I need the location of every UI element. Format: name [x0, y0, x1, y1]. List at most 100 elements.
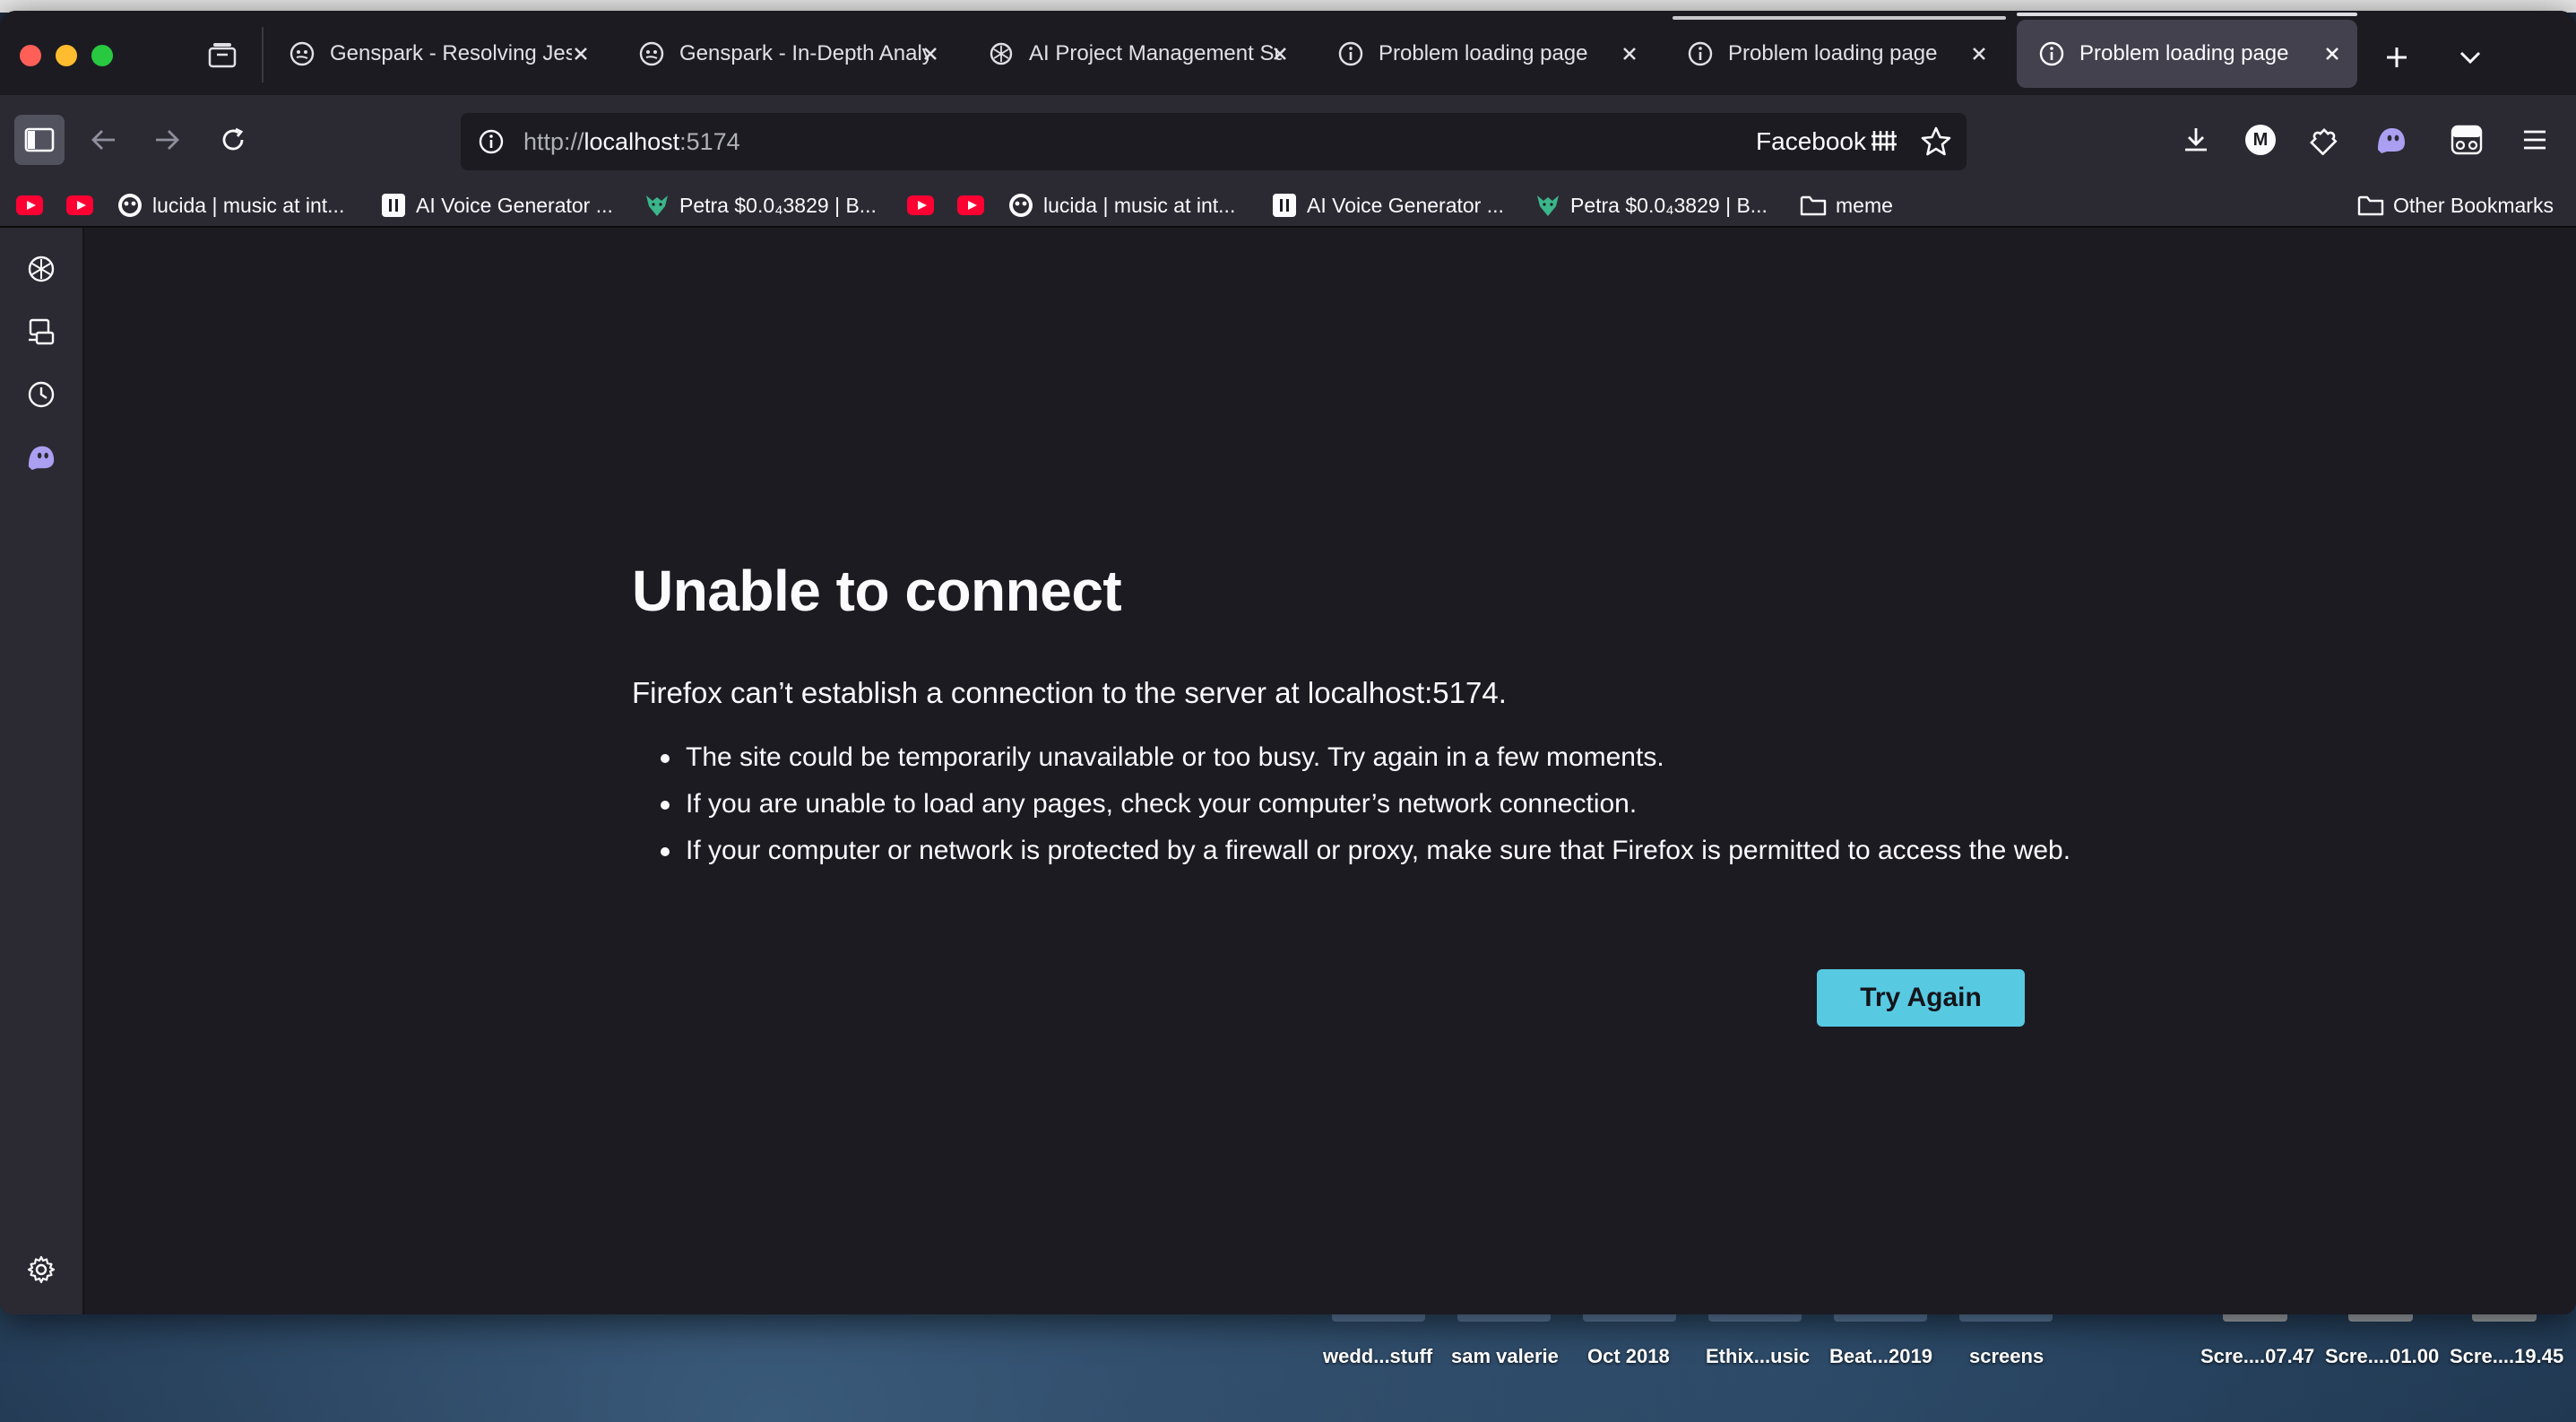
- desktop-item-label[interactable]: wedd...stuff: [1323, 1345, 1432, 1368]
- arrow-left-icon: [91, 130, 115, 150]
- info-icon: [1337, 40, 1364, 67]
- desktop-item-label[interactable]: Oct 2018: [1587, 1345, 1670, 1368]
- reload-icon: [222, 127, 244, 151]
- tab-title: Genspark - In-Depth Analy: [679, 41, 929, 65]
- tab-problem-loading-active[interactable]: Problem loading page: [2017, 13, 2357, 88]
- desktop-item-label[interactable]: Beat...2019: [1829, 1345, 1932, 1368]
- close-icon[interactable]: [568, 41, 593, 66]
- close-icon[interactable]: [918, 41, 943, 66]
- info-icon: [2038, 40, 2065, 67]
- desktop-item-label[interactable]: Scre....01.00: [2325, 1345, 2439, 1368]
- close-window-button[interactable]: [20, 45, 41, 66]
- sidebar-ghost-extension-button[interactable]: [20, 436, 63, 479]
- error-suggestions-list: The site could be temporarily unavailabl…: [632, 741, 2116, 880]
- sidebar-chatbot-button[interactable]: [20, 247, 63, 290]
- bookmark-youtube[interactable]: [16, 188, 52, 222]
- url-text[interactable]: http://localhost:5174: [523, 128, 740, 156]
- sidebar-synced-tabs-button[interactable]: [20, 310, 63, 353]
- other-bookmarks-folder[interactable]: Other Bookmarks: [2357, 188, 2554, 222]
- bookmark-ai-voice-generator[interactable]: AI Voice Generator ...: [1271, 188, 1504, 222]
- new-tab-button[interactable]: [2377, 38, 2416, 77]
- lucida-icon: [117, 192, 143, 219]
- bookmark-petra[interactable]: Petra $0.0₄3829 | B...: [644, 188, 877, 222]
- youtube-icon: [16, 192, 43, 219]
- bookmark-label: lucida | music at int...: [152, 193, 345, 217]
- tab-title: AI Project Management Su: [1029, 41, 1282, 65]
- sidebar-icon: [24, 127, 55, 152]
- petra-icon: [644, 192, 670, 219]
- bookmark-label: Petra $0.0₄3829 | B...: [1570, 193, 1768, 217]
- close-icon[interactable]: [1617, 41, 1642, 66]
- close-icon[interactable]: [1267, 41, 1292, 66]
- site-info-icon[interactable]: [473, 124, 509, 160]
- minimize-window-button[interactable]: [56, 45, 77, 66]
- tab-genspark-1[interactable]: Genspark - Resolving Jest: [267, 20, 606, 88]
- extensions-button[interactable]: [2300, 115, 2350, 165]
- reload-button[interactable]: [208, 115, 258, 165]
- desktop-folder-thumb: [1457, 1314, 1551, 1322]
- list-all-tabs-button[interactable]: [2451, 38, 2490, 77]
- pause-logo-icon: [380, 192, 407, 219]
- bookmark-star-icon[interactable]: [1918, 124, 1954, 164]
- url-host: localhost: [583, 127, 680, 155]
- tab-genspark-2[interactable]: Genspark - In-Depth Analy: [617, 20, 955, 88]
- desktop-item-label[interactable]: sam valerie: [1451, 1345, 1559, 1368]
- desktop-folder-thumb: [1834, 1314, 1927, 1322]
- petra-icon: [1534, 192, 1561, 219]
- youtube-icon: [66, 192, 93, 219]
- close-icon[interactable]: [1967, 41, 1992, 66]
- desktop-item-label[interactable]: Scre....19.45: [2450, 1345, 2563, 1368]
- bookmark-folder-meme[interactable]: meme: [1800, 188, 1893, 222]
- sidebar-history-button[interactable]: [20, 373, 63, 416]
- desktop-item-label[interactable]: Ethix...usic: [1706, 1345, 1810, 1368]
- genspark-icon: [289, 40, 316, 67]
- facebook-container-label[interactable]: Facebook: [1756, 127, 1866, 156]
- tab-problem-loading-2[interactable]: Problem loading page: [1665, 20, 2004, 88]
- fence-icon[interactable]: [1870, 126, 1898, 159]
- arrow-right-icon: [156, 130, 179, 150]
- url-bar[interactable]: http://localhost:5174 Facebook: [461, 113, 1967, 170]
- downloads-button[interactable]: [2171, 115, 2221, 165]
- bookmark-youtube[interactable]: [66, 188, 102, 222]
- tab-manager-button[interactable]: [204, 38, 240, 74]
- try-again-button[interactable]: Try Again: [1817, 969, 2025, 1027]
- list-item: If you are unable to load any pages, che…: [632, 787, 2116, 820]
- tab-title: Problem loading page: [1379, 41, 1588, 65]
- bookmark-lucida[interactable]: lucida | music at int...: [1007, 188, 1235, 222]
- desktop-file-thumb: [2223, 1314, 2287, 1322]
- bookmark-label: AI Voice Generator ...: [1307, 193, 1504, 217]
- tab-ai-project-management[interactable]: AI Project Management Su: [966, 20, 1305, 88]
- page-content: Unable to connect Firefox can’t establis…: [86, 228, 2576, 1314]
- zoom-window-button[interactable]: [91, 45, 113, 66]
- tab-problem-loading-1[interactable]: Problem loading page: [1316, 20, 1655, 88]
- bookmark-label: lucida | music at int...: [1043, 193, 1236, 217]
- sidebar-settings-button[interactable]: [20, 1248, 63, 1291]
- pause-logo-icon: [1271, 192, 1298, 219]
- desktop-folder-thumb: [1332, 1314, 1425, 1322]
- folder-icon: [1800, 192, 1827, 219]
- desktop-item-label[interactable]: Scre....07.47: [2200, 1345, 2314, 1368]
- close-icon[interactable]: [2320, 41, 2345, 66]
- bookmark-youtube[interactable]: [957, 188, 993, 222]
- bookmark-lucida[interactable]: lucida | music at int...: [117, 188, 344, 222]
- download-icon: [2185, 128, 2207, 152]
- bookmark-ai-voice-generator[interactable]: AI Voice Generator ...: [380, 188, 613, 222]
- tab-title: Problem loading page: [1728, 41, 1938, 65]
- bookmark-petra[interactable]: Petra $0.0₄3829 | B...: [1534, 188, 1768, 222]
- sidebar-toggle-button[interactable]: [14, 115, 65, 165]
- account-button[interactable]: M: [2235, 115, 2286, 165]
- bookmark-youtube[interactable]: [907, 188, 943, 222]
- forward-button[interactable]: [142, 115, 192, 165]
- private-extension-button[interactable]: [2442, 115, 2492, 165]
- ghost-extension-button[interactable]: [2366, 115, 2416, 165]
- back-button[interactable]: [79, 115, 129, 165]
- genspark-icon: [638, 40, 665, 67]
- gear-icon: [27, 1255, 56, 1284]
- app-menu-button[interactable]: [2510, 115, 2560, 165]
- tab-title: Problem loading page: [2079, 41, 2289, 65]
- clock-icon: [28, 381, 55, 408]
- bookmark-label: Other Bookmarks: [2393, 193, 2554, 217]
- firefox-window: Genspark - Resolving Jest Genspark - In-…: [0, 11, 2576, 1314]
- desktop-item-label[interactable]: screens: [1969, 1345, 2044, 1368]
- url-port: :5174: [679, 127, 740, 155]
